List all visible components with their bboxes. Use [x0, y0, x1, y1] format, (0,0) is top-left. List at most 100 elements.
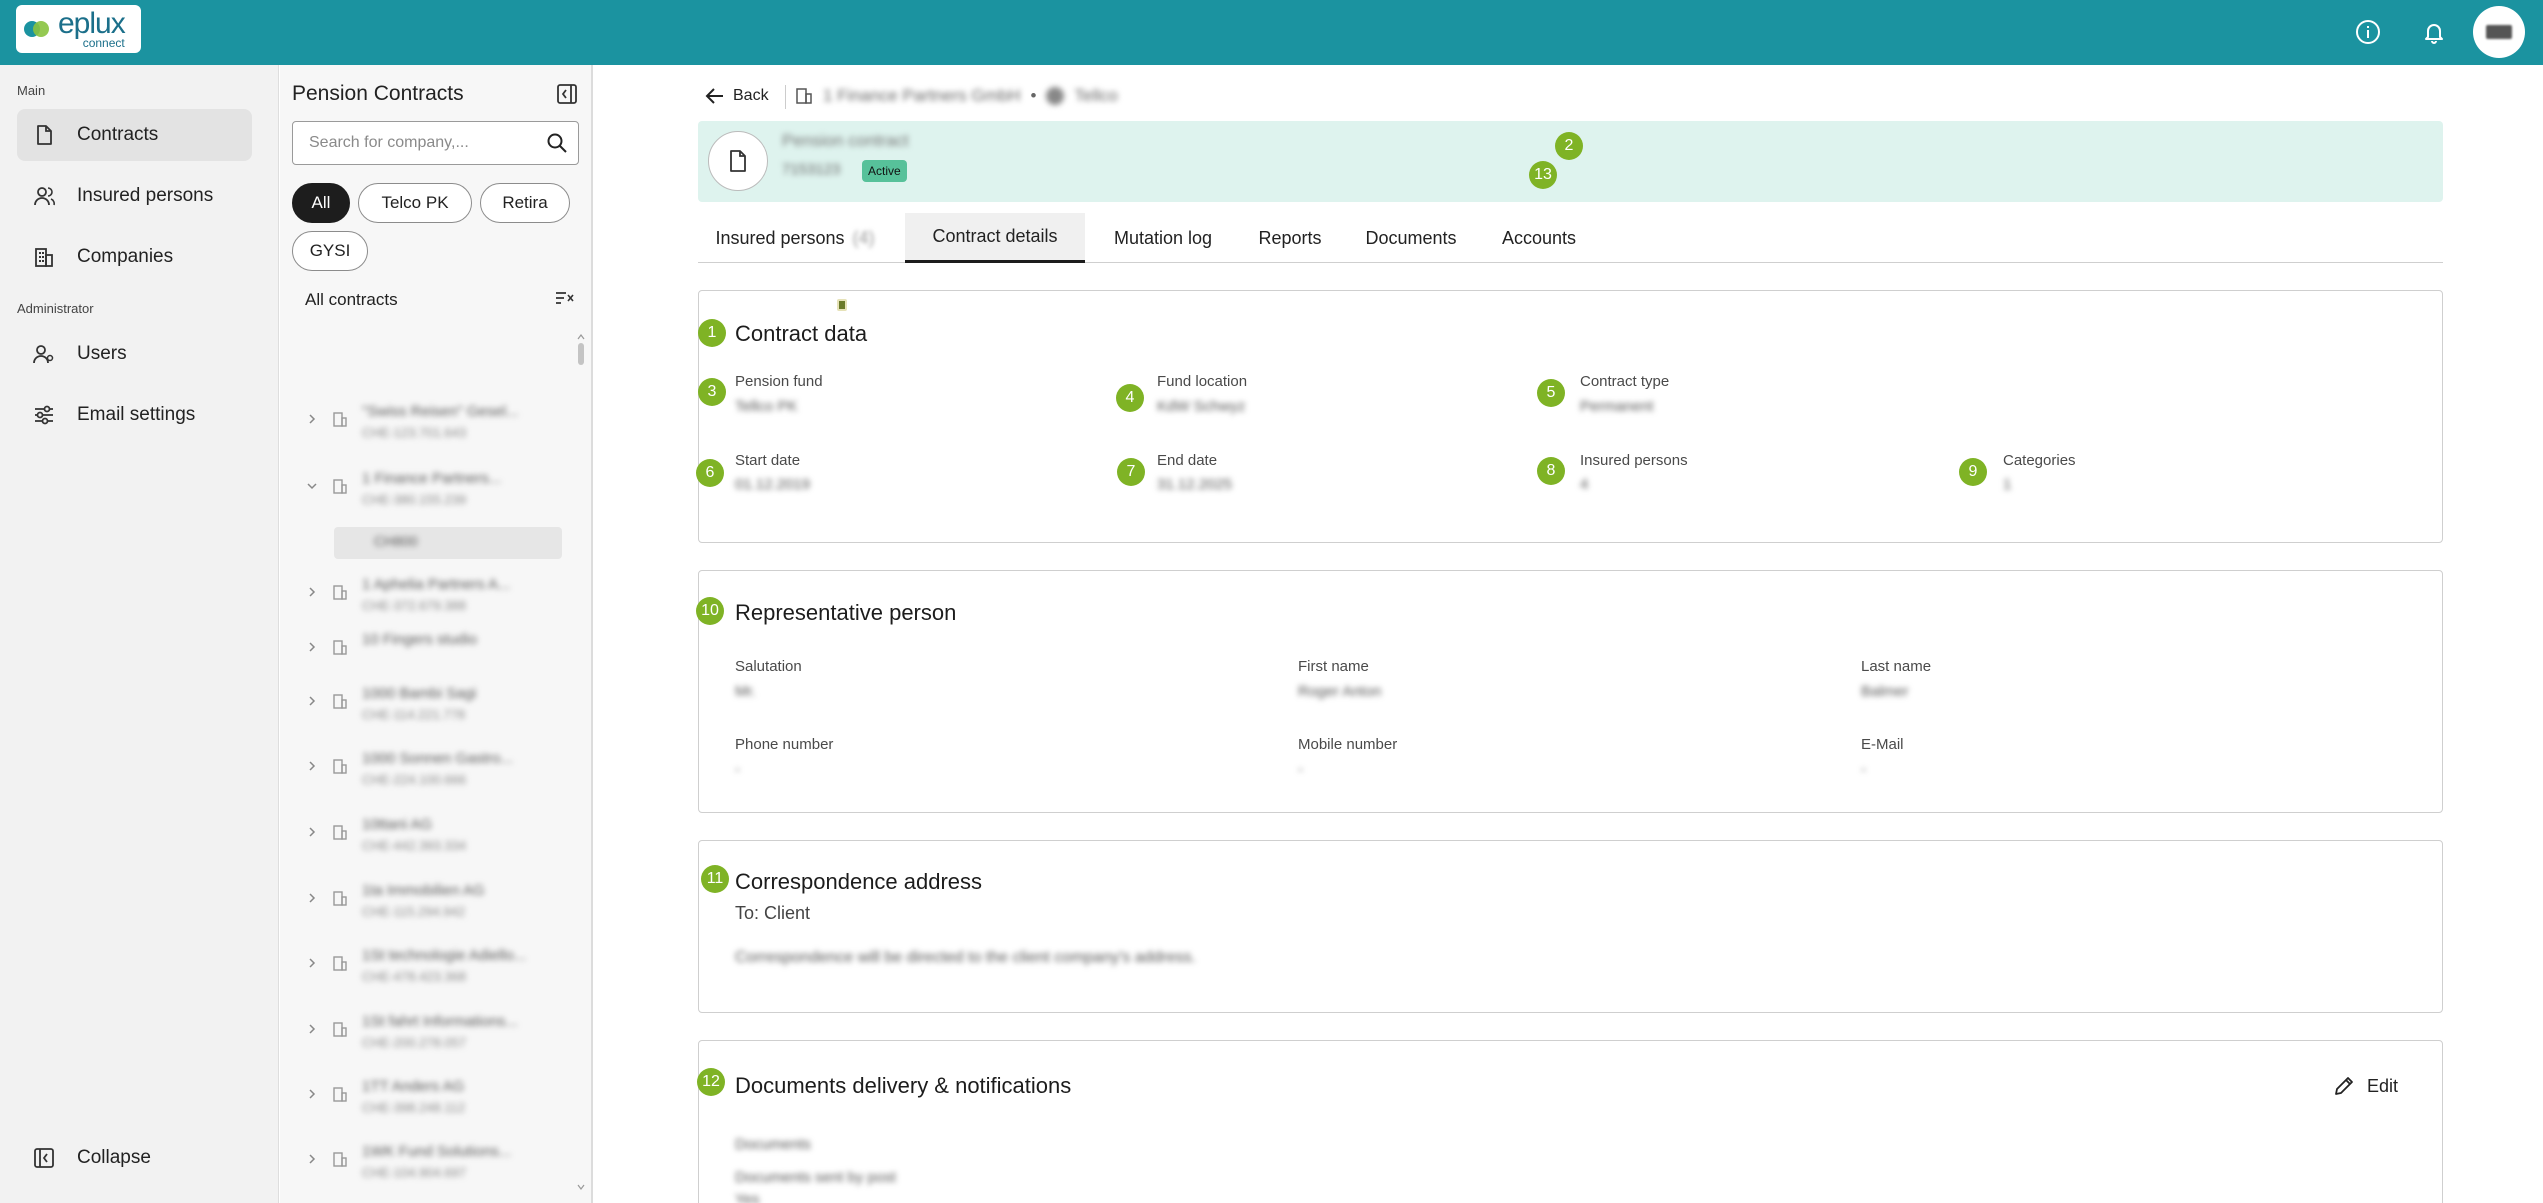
search-input[interactable]: [309, 134, 546, 152]
chevron-right-icon[interactable]: [306, 586, 318, 598]
sort-icon[interactable]: [555, 290, 575, 311]
logo-mark-icon: [24, 18, 52, 40]
top-bar: eplux connect: [0, 0, 2543, 65]
tree-row[interactable]: 10ttani AG CHE-442.393.334: [292, 810, 562, 866]
edit-button[interactable]: Edit: [2333, 1075, 2398, 1097]
chevron-right-icon[interactable]: [306, 826, 318, 838]
contracts-list-panel: Pension Contracts All Telco PK Retira GY…: [280, 65, 593, 1203]
field-value: KdW Schwyz: [1157, 398, 1246, 415]
chevron-right-icon[interactable]: [306, 641, 318, 653]
tab-contract-details[interactable]: Contract details: [905, 213, 1085, 263]
tab-label: Insured persons: [715, 227, 845, 248]
tree-row[interactable]: 1St fahrt Informations... CHE-200.278.05…: [292, 1007, 562, 1063]
building-icon: [333, 891, 347, 906]
contract-data-card: 1 Contract data 3 Pension fund Tellco PK…: [696, 290, 2443, 543]
tree-row[interactable]: 1000 Bambi Sagi CHE-114.221.778: [292, 679, 562, 735]
scroll-up-icon[interactable]: [577, 333, 585, 341]
panel-collapse-icon[interactable]: [556, 83, 578, 105]
documents-sent-by-post-label: Documents sent by post: [735, 1169, 896, 1186]
avatar[interactable]: [2473, 6, 2525, 58]
tree-row-number: CHE-442.393.334: [362, 838, 467, 853]
search-field[interactable]: [292, 121, 579, 165]
filter-chip-retira[interactable]: Retira: [480, 183, 570, 223]
tree-row[interactable]: 1ta Immobilien AG CHE-115.294.942: [292, 876, 562, 932]
field-value: 1: [2003, 476, 2012, 493]
tree-child-contract[interactable]: CH800: [334, 527, 562, 559]
info-icon[interactable]: [2352, 16, 2384, 48]
breadcrumb: 1 Finance Partners GmbH • Tellco: [795, 86, 1118, 106]
main-content: Back 1 Finance Partners GmbH • Tellco Pe…: [595, 65, 2543, 1203]
tab-documents[interactable]: Documents: [1350, 213, 1472, 263]
tree-row[interactable]: "Swiss Reisen" Gesel... CHE-123.701.643: [292, 397, 562, 453]
tab-mutation-log[interactable]: Mutation log: [1096, 213, 1230, 263]
search-icon[interactable]: [546, 132, 568, 154]
tree-scrollbar[interactable]: [577, 333, 585, 1195]
scroll-thumb[interactable]: [578, 343, 584, 365]
annotation-marker-1: 1: [698, 319, 726, 347]
all-contracts-heading: All contracts: [305, 290, 398, 309]
app-logo[interactable]: eplux connect: [16, 5, 141, 53]
chevron-down-icon[interactable]: [306, 480, 318, 492]
building-icon: [333, 1152, 347, 1167]
building-icon: [333, 759, 347, 774]
logo-word: eplux: [58, 7, 126, 40]
nav-item-insured-persons[interactable]: Insured persons: [17, 170, 252, 222]
nav-item-companies[interactable]: Companies: [17, 231, 252, 283]
chevron-right-icon[interactable]: [306, 695, 318, 707]
building-icon: [333, 585, 347, 600]
nav-item-label: Users: [77, 343, 127, 364]
scroll-down-icon[interactable]: [577, 1183, 585, 1191]
back-button[interactable]: Back: [705, 87, 769, 105]
tab-accounts[interactable]: Accounts: [1486, 213, 1592, 263]
tree-row[interactable]: 1 Aphelia Partners A... CHE-372.679.388: [292, 570, 562, 626]
left-navigation: Main Contracts Insured persons Companies…: [0, 65, 279, 1203]
tree-row[interactable]: 1St technologie Adiello... CHE-478.423.3…: [292, 941, 562, 997]
chevron-right-icon[interactable]: [306, 1023, 318, 1035]
tree-row-number: CHE-398.248.112: [362, 1100, 466, 1115]
field-label: First name: [1298, 658, 1369, 675]
detail-tabs: Insured persons (4) Contract details Muta…: [698, 213, 2443, 263]
chevron-right-icon[interactable]: [306, 413, 318, 425]
tree-row-name: 1000 Bambi Sagi: [362, 685, 477, 702]
field-label: Phone number: [735, 736, 834, 753]
nav-item-users[interactable]: Users: [17, 328, 252, 380]
tree-row[interactable]: 1 Finance Partners... CHE-380.155.239: [292, 464, 562, 520]
field-value: 4: [1580, 476, 1589, 493]
chevron-right-icon[interactable]: [306, 760, 318, 772]
tab-insured-persons[interactable]: Insured persons (4): [703, 213, 887, 263]
tree-row[interactable]: 1TT Anders AG CHE-398.248.112: [292, 1072, 562, 1128]
building-icon: [333, 1087, 347, 1102]
breadcrumb-fund: Tellco: [1074, 86, 1118, 105]
bell-icon[interactable]: [2418, 16, 2450, 48]
document-icon: [708, 131, 768, 191]
tree-row[interactable]: 1WK Fund Solutions... CHE-104.904.697: [292, 1137, 562, 1193]
building-icon: [333, 694, 347, 709]
chevron-right-icon[interactable]: [306, 957, 318, 969]
tree-row[interactable]: 10 Fingers studio: [292, 625, 562, 681]
nav-item-email-settings[interactable]: Email settings: [17, 389, 252, 441]
breadcrumb-company[interactable]: 1 Finance Partners GmbH: [823, 86, 1020, 106]
chevron-right-icon[interactable]: [306, 1153, 318, 1165]
nav-item-contracts[interactable]: Contracts: [17, 109, 252, 161]
tree-row-number: CHE-104.904.697: [362, 1165, 467, 1180]
breadcrumb-separator: •: [1030, 86, 1037, 105]
tree-row[interactable]: 1000 Sonnen Gastro... CHE-224.100.666: [292, 744, 562, 800]
collapse-nav-button[interactable]: Collapse: [17, 1132, 252, 1184]
nav-section-main: Main: [17, 83, 46, 98]
tree-row-name: 1 Finance Partners...: [362, 470, 502, 487]
tab-reports[interactable]: Reports: [1244, 213, 1336, 263]
filter-chip-gysi[interactable]: GYSI: [292, 231, 368, 271]
chevron-right-icon[interactable]: [306, 1088, 318, 1100]
tree-row-name: 10 Fingers studio: [362, 631, 478, 648]
collapse-icon: [34, 1148, 54, 1168]
filter-chip-all[interactable]: All: [292, 183, 350, 223]
correspondence-text: Correspondence will be directed to the c…: [735, 949, 1197, 966]
annotation-marker-13: 13: [1529, 161, 1557, 189]
contract-title: Pension contract: [782, 131, 909, 150]
breadcrumb-divider: [785, 85, 786, 109]
nav-section-admin: Administrator: [17, 301, 94, 316]
field-label: Mobile number: [1298, 736, 1398, 753]
filter-chip-tellco-pk[interactable]: Telco PK: [358, 183, 472, 223]
chevron-right-icon[interactable]: [306, 892, 318, 904]
status-badge: Active: [862, 160, 907, 182]
